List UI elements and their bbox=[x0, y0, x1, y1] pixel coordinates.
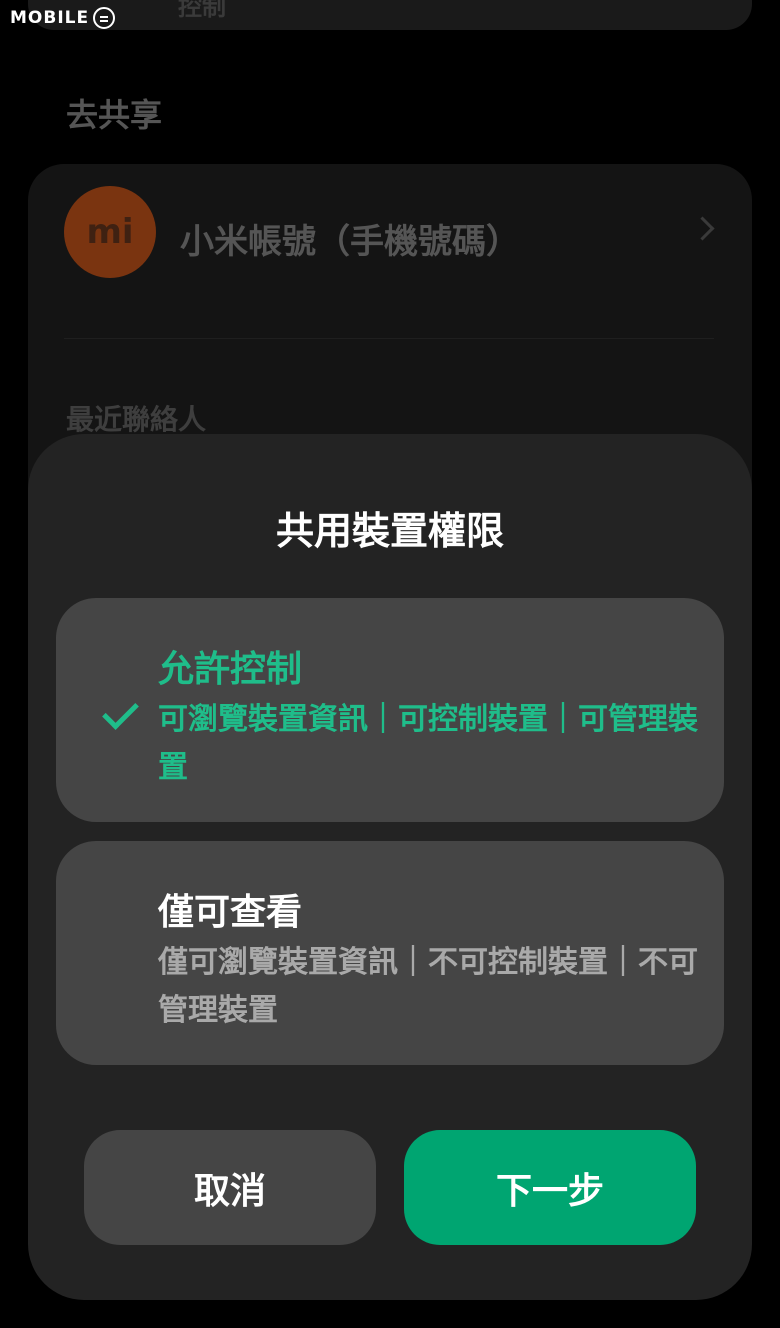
option-title: 允許控制 bbox=[158, 649, 303, 690]
previous-card-text: 控制 bbox=[178, 0, 226, 21]
option-allow-control[interactable]: 允許控制 可瀏覽裝置資訊｜可控制裝置｜可管理裝置 bbox=[56, 598, 724, 822]
option-view-only[interactable]: 僅可查看 僅可瀏覽裝置資訊｜不可控制裝置｜不可管理裝置 bbox=[56, 841, 724, 1065]
divider bbox=[64, 338, 714, 339]
watermark-text: MOBILE bbox=[10, 8, 90, 28]
cancel-button[interactable]: 取消 bbox=[84, 1130, 376, 1245]
watermark-logo-icon bbox=[93, 7, 116, 29]
next-step-button[interactable]: 下一步 bbox=[404, 1130, 696, 1245]
option-description: 可瀏覽裝置資訊｜可控制裝置｜可管理裝置 bbox=[158, 702, 698, 785]
xiaomi-logo-text: mi bbox=[86, 212, 134, 252]
xiaomi-logo-icon: mi bbox=[64, 186, 156, 278]
option-title: 僅可查看 bbox=[158, 892, 303, 933]
share-section-label: 去共享 bbox=[66, 96, 163, 134]
recent-contacts-label: 最近聯絡人 bbox=[66, 403, 207, 436]
xiaomi-account-option[interactable]: 小米帳號（手機號碼） bbox=[180, 214, 520, 263]
checkmark-icon bbox=[102, 693, 139, 730]
dialog-title: 共用裝置權限 bbox=[275, 509, 504, 553]
option-description: 僅可瀏覽裝置資訊｜不可控制裝置｜不可管理裝置 bbox=[158, 945, 698, 1028]
previous-card: 控制 bbox=[28, 0, 752, 30]
mobile01-watermark: MOBILE bbox=[10, 4, 116, 32]
